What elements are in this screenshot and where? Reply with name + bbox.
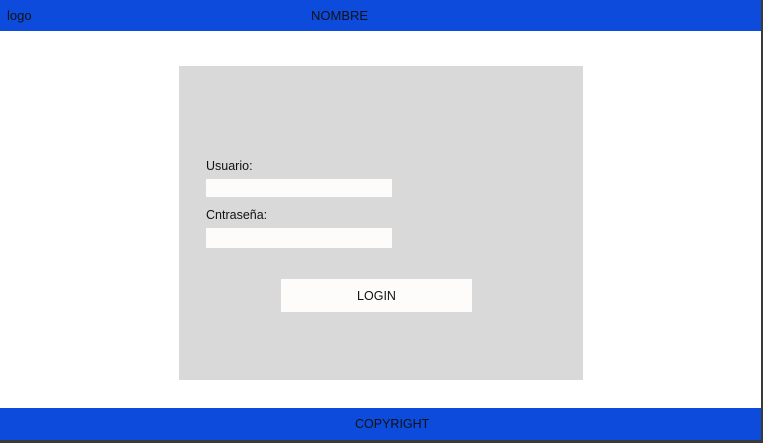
password-input[interactable] xyxy=(206,228,392,248)
login-panel: Usuario: Cntraseña: LOGIN xyxy=(179,66,583,380)
footer-bar: COPYRIGHT xyxy=(0,408,763,440)
copyright-text: COPYRIGHT xyxy=(355,417,430,431)
password-label: Cntraseña: xyxy=(206,208,268,222)
top-header-bar: logo NOMBRE xyxy=(0,0,763,31)
login-button[interactable]: LOGIN xyxy=(281,279,472,312)
username-label: Usuario: xyxy=(206,159,253,173)
logo[interactable]: logo xyxy=(7,9,32,23)
username-input[interactable] xyxy=(206,179,392,197)
app-name-title: NOMBRE xyxy=(311,8,369,23)
